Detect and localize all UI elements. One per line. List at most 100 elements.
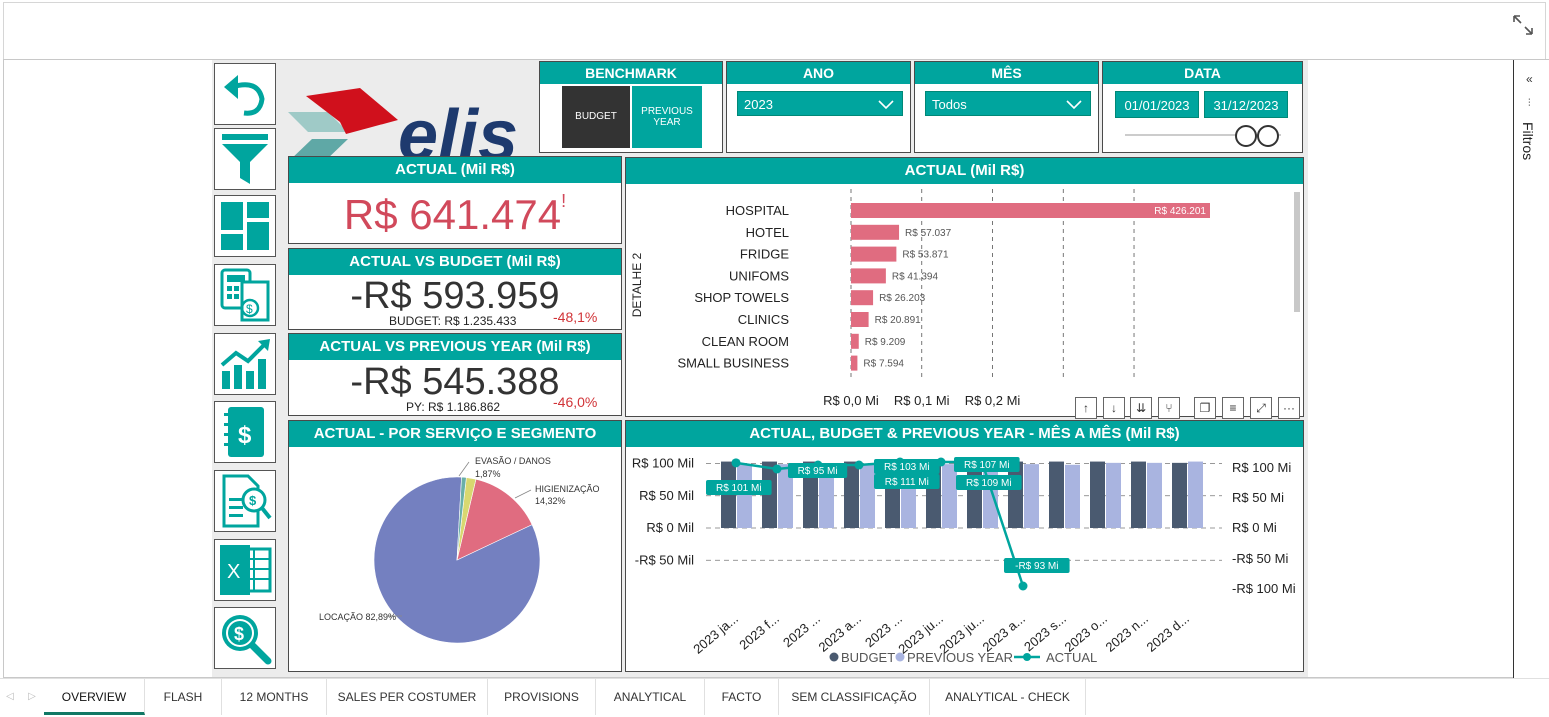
point-label: R$ 107 Mi (964, 460, 1010, 471)
slider-handle-start[interactable] (1235, 125, 1257, 147)
mes-dropdown[interactable]: Todos (925, 91, 1091, 116)
x-tick-label: R$ 0,0 Mi (823, 393, 879, 408)
document-money-search-icon: $ (222, 474, 272, 528)
tab-overview[interactable]: OVERVIEW (44, 679, 145, 715)
data-label: R$ 26.203 (879, 293, 926, 304)
monthly-combo-chart: R$ 100 Mil R$ 50 Mil R$ 0 Mil -R$ 50 Mil R$ … (632, 456, 1296, 666)
svg-text:$: $ (234, 624, 244, 644)
category-label: HOSPITAL (726, 203, 789, 218)
expand-next-level-button[interactable]: ⇊ (1130, 397, 1152, 419)
drill-down-button[interactable]: ↓ (1103, 397, 1125, 419)
actual-bar-chart-card: ACTUAL (Mil R$) HOSPITAL R$ 426.201 HOTEL R… (625, 157, 1304, 417)
tab-sales-per-costumer[interactable]: SALES PER COSTUMER (327, 679, 488, 715)
tab-facto[interactable]: FACTO (705, 679, 779, 715)
filter-button[interactable] (214, 128, 276, 190)
bar (851, 312, 869, 327)
copy-visual-button[interactable]: ❐ (1194, 397, 1216, 419)
combo-chart-card: ACTUAL, BUDGET & PREVIOUS YEAR - MÊS A M… (625, 420, 1304, 672)
expand-icon[interactable] (1511, 13, 1535, 37)
ano-slicer: ANO 2023 (726, 61, 911, 153)
budget-total: BUDGET: R$ 1.235.433 (389, 314, 517, 328)
actual-point (1018, 581, 1028, 591)
tab-analytical-check[interactable]: ANALYTICAL - CHECK (930, 679, 1086, 715)
slider-handle-end[interactable] (1257, 125, 1279, 147)
ano-dropdown[interactable]: 2023 (737, 91, 903, 116)
expand-hierarchy-button[interactable]: ⑂ (1158, 397, 1180, 419)
budget-label: BUDGET (575, 111, 617, 122)
money-search-button[interactable]: $ (214, 607, 276, 669)
date-start-input[interactable]: 01/01/2023 (1115, 91, 1199, 118)
slice-label: HIGIENIZAÇÃO (535, 484, 600, 494)
alert-icon: ! (561, 191, 567, 211)
x-tick-label: 2023 d... (1144, 611, 1192, 655)
money-notebook-icon: $ (224, 407, 264, 457)
y-tick-left: R$ 100 Mil (632, 456, 694, 471)
filters-pane-label: Filtros (1520, 122, 1536, 161)
legend-label: ACTUAL (1046, 650, 1097, 665)
point-label: -R$ 93 Mi (1015, 561, 1058, 572)
chevron-down-icon (878, 100, 894, 110)
x-tick-label: 2023 s... (1021, 611, 1069, 655)
excel-export-button[interactable]: X (214, 539, 276, 601)
x-tick-label: 2023 o... (1062, 611, 1110, 655)
budget-bar (1090, 461, 1105, 528)
document-search-button[interactable]: $ (214, 470, 276, 532)
bar (851, 290, 874, 306)
growth-chart-button[interactable] (214, 333, 276, 395)
svg-text:X: X (227, 561, 240, 583)
benchmark-slicer: BENCHMARK BUDGET PREVIOUS YEAR (539, 61, 723, 153)
svg-text:elis: elis (398, 96, 518, 164)
bar-chart-title: ACTUAL (Mil R$) (626, 158, 1303, 184)
tab-flash[interactable]: FLASH (145, 679, 222, 715)
mes-slicer: MÊS Todos (914, 61, 1099, 153)
calculator-report-button[interactable]: $ (214, 264, 276, 326)
x-tick-label: 2023 f... (736, 611, 782, 653)
combo-chart-title: ACTUAL, BUDGET & PREVIOUS YEAR - MÊS A M… (626, 421, 1303, 447)
tab-scroll-left[interactable]: ◁ (0, 679, 20, 715)
more-options-button[interactable]: ··· (1278, 397, 1300, 419)
drill-up-button[interactable]: ↑ (1075, 397, 1097, 419)
y-tick-left: R$ 50 Mil (639, 488, 694, 503)
actual-kpi-card: ACTUAL (Mil R$) R$ 641.474! (288, 156, 622, 244)
bar (851, 224, 900, 240)
back-button[interactable] (214, 63, 276, 125)
date-end-input[interactable]: 31/12/2023 (1204, 91, 1288, 118)
filter-visual-button[interactable]: ≡ (1222, 397, 1244, 419)
actual-point (772, 464, 782, 474)
svg-text:$: $ (249, 493, 257, 508)
collapse-pane-icon[interactable]: « (1526, 72, 1533, 86)
chart-scrollbar[interactable] (1294, 192, 1300, 312)
data-label: R$ 7.594 (863, 359, 904, 370)
y-tick-right: R$ 0 Mi (1232, 520, 1277, 535)
tab-scroll-right[interactable]: ▷ (20, 679, 44, 715)
x-tick-label: 2023 a... (980, 611, 1028, 655)
leader-line (514, 489, 532, 499)
y-tick-left: -R$ 50 Mil (635, 552, 694, 567)
previous-year-bar (1065, 464, 1080, 528)
filters-pane[interactable]: « ⫶ Filtros (1513, 60, 1549, 678)
budget-toggle[interactable]: BUDGET (562, 86, 630, 148)
dashboard-button[interactable] (214, 195, 276, 257)
category-label: HOTEL (746, 225, 789, 240)
data-label: R$ 20.891 (875, 315, 922, 326)
previous-year-toggle[interactable]: PREVIOUS YEAR (632, 86, 702, 148)
svg-text:$: $ (246, 302, 253, 316)
x-tick-label: R$ 0,1 Mi (894, 393, 950, 408)
actual-kpi-number: R$ 641.474 (343, 191, 562, 238)
date-end-value: 31/12/2023 (1213, 98, 1279, 113)
tab-analytical[interactable]: ANALYTICAL (596, 679, 705, 715)
legend-marker (1023, 653, 1031, 661)
actual-point (854, 460, 864, 470)
tab-12-months[interactable]: 12 MONTHS (222, 679, 327, 715)
tab-provisions[interactable]: PROVISIONS (488, 679, 596, 715)
data-label: R$ 41.394 (892, 271, 939, 282)
focus-mode-button[interactable]: ⤢ (1250, 397, 1272, 419)
notebook-button[interactable]: $ (214, 401, 276, 463)
py-variance-pct: -46,0% (553, 394, 598, 410)
y-tick-right: R$ 100 Mi (1232, 460, 1291, 475)
bar (851, 333, 859, 349)
data-label: R$ 53.871 (902, 250, 949, 261)
slice-value: 1,87% (475, 469, 501, 479)
service-segment-pie-chart: EVASÃO / DANOS 1,87% HIGIENIZAÇÃO 14,32% LOC… (319, 456, 600, 644)
tab-sem-classificacao[interactable]: SEM CLASSIFICAÇÃO (779, 679, 930, 715)
